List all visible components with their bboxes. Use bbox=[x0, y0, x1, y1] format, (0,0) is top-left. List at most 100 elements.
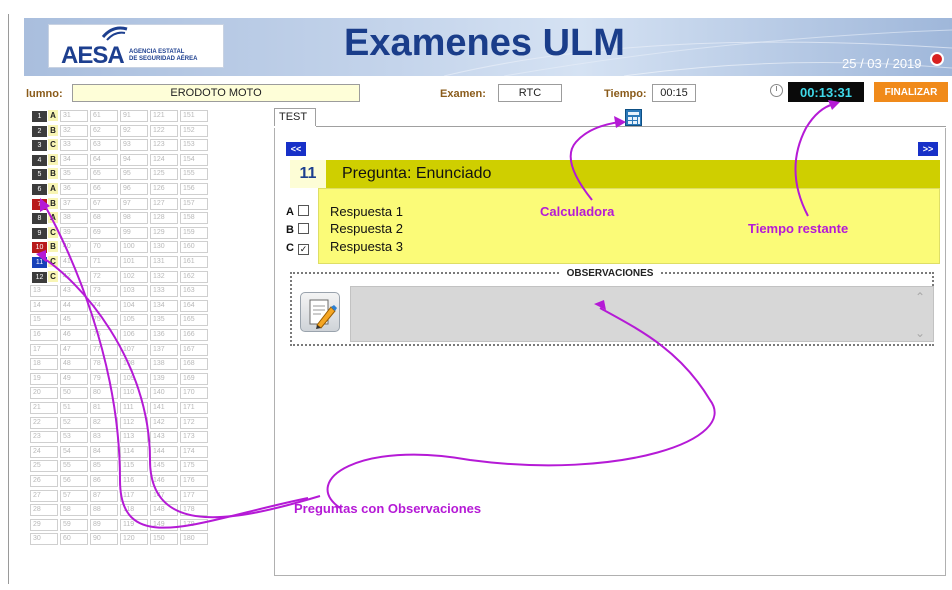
question-cell[interactable]: 10 B bbox=[30, 241, 58, 254]
question-cell[interactable]: 43 bbox=[60, 285, 88, 298]
question-cell[interactable]: 171 bbox=[180, 402, 208, 414]
question-cell[interactable]: 39 bbox=[60, 226, 88, 239]
question-cell[interactable]: 64 bbox=[90, 153, 118, 166]
question-cell[interactable]: 31 bbox=[60, 110, 88, 122]
question-cell[interactable]: 176 bbox=[180, 475, 208, 487]
question-cell[interactable]: 179 bbox=[180, 518, 208, 531]
question-cell[interactable]: 104 bbox=[120, 299, 148, 312]
question-cell[interactable]: 174 bbox=[180, 445, 208, 458]
question-cell[interactable]: 142 bbox=[150, 416, 178, 429]
question-cell[interactable]: 40 bbox=[60, 241, 88, 254]
question-cell[interactable]: 82 bbox=[90, 416, 118, 429]
question-cell[interactable]: 113 bbox=[120, 431, 148, 444]
question-cell[interactable]: 132 bbox=[150, 270, 178, 283]
question-cell[interactable]: 37 bbox=[60, 197, 88, 210]
question-cell[interactable]: 11 C bbox=[30, 256, 58, 268]
question-cell[interactable]: 149 bbox=[150, 518, 178, 531]
option-c[interactable]: C ✓ bbox=[286, 240, 309, 255]
question-cell[interactable]: 127 bbox=[150, 197, 178, 210]
question-cell[interactable]: 114 bbox=[120, 445, 148, 458]
question-cell[interactable]: 92 bbox=[120, 124, 148, 137]
question-cell[interactable]: 32 bbox=[60, 124, 88, 137]
option-a-label[interactable]: Respuesta 1 bbox=[330, 204, 403, 219]
question-cell[interactable]: 8A bbox=[30, 212, 58, 225]
question-cell[interactable]: 166 bbox=[180, 329, 208, 341]
question-cell[interactable]: 138 bbox=[150, 358, 178, 371]
question-cell[interactable]: 47 bbox=[60, 343, 88, 356]
calculator-icon[interactable] bbox=[625, 109, 642, 126]
question-cell[interactable]: 133 bbox=[150, 285, 178, 298]
question-cell[interactable]: 3C bbox=[30, 139, 58, 152]
question-cell[interactable]: 111 bbox=[120, 402, 148, 414]
question-cell[interactable]: 87 bbox=[90, 489, 118, 502]
question-cell[interactable]: 62 bbox=[90, 124, 118, 137]
question-cell[interactable]: 129 bbox=[150, 226, 178, 239]
question-cell[interactable]: 108 bbox=[120, 358, 148, 371]
question-cell[interactable]: 169 bbox=[180, 372, 208, 385]
question-cell[interactable]: 17 bbox=[30, 343, 58, 356]
question-cell[interactable]: 126 bbox=[150, 183, 178, 195]
question-cell[interactable]: 163 bbox=[180, 285, 208, 298]
question-cell[interactable]: 98 bbox=[120, 212, 148, 225]
question-cell[interactable]: 66 bbox=[90, 183, 118, 195]
question-cell[interactable]: 16 bbox=[30, 329, 58, 341]
question-cell[interactable]: 170 bbox=[180, 387, 208, 400]
question-cell[interactable]: 106 bbox=[120, 329, 148, 341]
question-cell[interactable]: 33 bbox=[60, 139, 88, 152]
option-c-checkbox[interactable]: ✓ bbox=[298, 244, 309, 255]
question-cell[interactable]: 68 bbox=[90, 212, 118, 225]
question-cell[interactable]: 14 bbox=[30, 299, 58, 312]
question-cell[interactable]: 167 bbox=[180, 343, 208, 356]
question-cell[interactable]: 25 bbox=[30, 460, 58, 473]
question-cell[interactable]: 48 bbox=[60, 358, 88, 371]
question-cell[interactable]: 38 bbox=[60, 212, 88, 225]
question-cell[interactable]: 2B bbox=[30, 124, 58, 137]
question-cell[interactable]: 107 bbox=[120, 343, 148, 356]
question-cell[interactable]: 59 bbox=[60, 518, 88, 531]
question-cell[interactable]: 74 bbox=[90, 299, 118, 312]
question-cell[interactable]: 54 bbox=[60, 445, 88, 458]
question-cell[interactable]: 1A bbox=[30, 110, 58, 122]
question-cell[interactable]: 146 bbox=[150, 475, 178, 487]
question-cell[interactable]: 143 bbox=[150, 431, 178, 444]
option-b[interactable]: B bbox=[286, 222, 309, 236]
question-cell[interactable]: 154 bbox=[180, 153, 208, 166]
question-cell[interactable]: 6A bbox=[30, 183, 58, 195]
question-cell[interactable]: 144 bbox=[150, 445, 178, 458]
question-cell[interactable]: 151 bbox=[180, 110, 208, 122]
question-cell[interactable]: 158 bbox=[180, 212, 208, 225]
question-cell[interactable]: 23 bbox=[30, 431, 58, 444]
question-cell[interactable]: 175 bbox=[180, 460, 208, 473]
question-cell[interactable]: 123 bbox=[150, 139, 178, 152]
question-cell[interactable]: 22 bbox=[30, 416, 58, 429]
question-cell[interactable]: 70 bbox=[90, 241, 118, 254]
question-cell[interactable]: 19 bbox=[30, 372, 58, 385]
finalizar-button[interactable]: FINALIZAR bbox=[874, 82, 948, 102]
question-cell[interactable]: 93 bbox=[120, 139, 148, 152]
question-cell[interactable]: 63 bbox=[90, 139, 118, 152]
question-cell[interactable]: 97 bbox=[120, 197, 148, 210]
question-cell[interactable]: 26 bbox=[30, 475, 58, 487]
question-cell[interactable]: 50 bbox=[60, 387, 88, 400]
question-cell[interactable]: 30 bbox=[30, 533, 58, 546]
question-cell[interactable]: 172 bbox=[180, 416, 208, 429]
question-cell[interactable]: 42 bbox=[60, 270, 88, 283]
next-question-button[interactable]: >> bbox=[918, 142, 938, 156]
question-cell[interactable]: 147 bbox=[150, 489, 178, 502]
question-cell[interactable]: 84 bbox=[90, 445, 118, 458]
question-cell[interactable]: 131 bbox=[150, 256, 178, 268]
question-cell[interactable]: 60 bbox=[60, 533, 88, 546]
option-a[interactable]: A bbox=[286, 204, 309, 218]
question-cell[interactable]: 67 bbox=[90, 197, 118, 210]
observations-textarea[interactable] bbox=[350, 286, 934, 342]
question-cell[interactable]: 55 bbox=[60, 460, 88, 473]
question-cell[interactable]: 119 bbox=[120, 518, 148, 531]
question-cell[interactable]: 165 bbox=[180, 314, 208, 327]
question-cell[interactable]: 136 bbox=[150, 329, 178, 341]
question-cell[interactable]: 117 bbox=[120, 489, 148, 502]
question-cell[interactable]: 109 bbox=[120, 372, 148, 385]
question-cell[interactable]: 53 bbox=[60, 431, 88, 444]
question-cell[interactable]: 76 bbox=[90, 329, 118, 341]
question-cell[interactable]: 36 bbox=[60, 183, 88, 195]
tab-test[interactable]: TEST bbox=[274, 108, 316, 126]
